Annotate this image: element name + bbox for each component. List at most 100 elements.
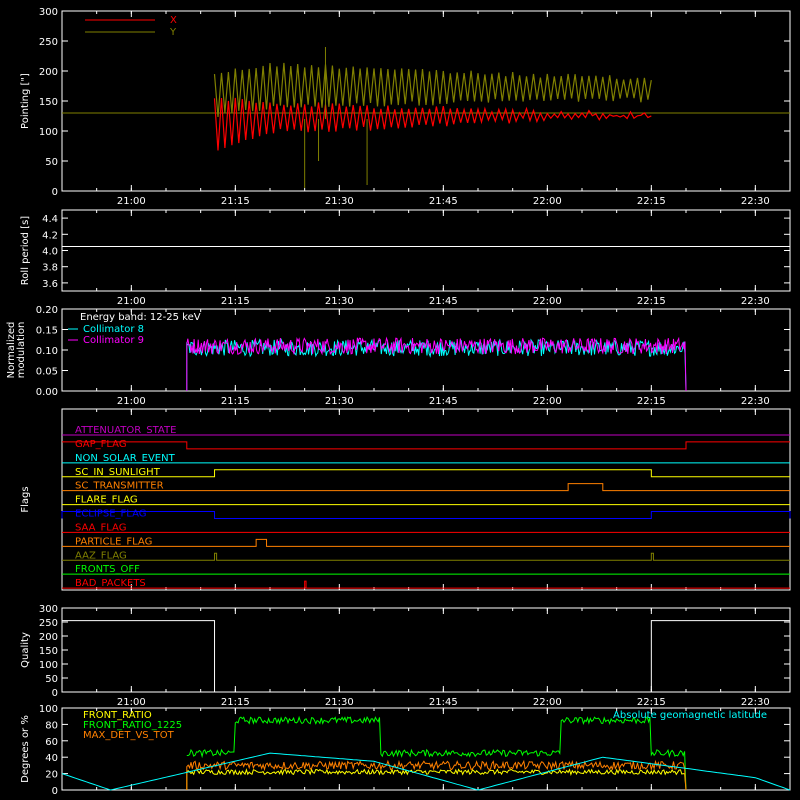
modulation-ylabel-2: modulation (16, 322, 27, 379)
pointing-series-y (213, 62, 652, 118)
modulation-xtick-label: 22:15 (637, 396, 666, 407)
pointing-legend-label: X (170, 15, 177, 26)
quality-xtick-label: 22:30 (741, 697, 770, 708)
degrees-series (186, 715, 687, 791)
modulation-legend-label: Collimator 9 (83, 335, 144, 346)
modulation-ytick-label: 0.10 (36, 346, 58, 357)
roll-ytick-label: 4.2 (42, 230, 58, 241)
roll-xtick-label: 22:00 (533, 296, 562, 307)
degrees-legend-label: MAX_DET_VS_TOT (83, 730, 175, 741)
flags-frame (61, 408, 791, 591)
pointing-series-x (213, 97, 652, 151)
flag-label: AAZ_FLAG (75, 550, 127, 561)
roll-xtick-label: 21:15 (221, 296, 250, 307)
quality-xtick-label: 22:00 (533, 697, 562, 708)
quality-ylabel: Quality (20, 632, 31, 668)
degrees-ytick-label: 60 (45, 737, 58, 748)
pointing-ytick-label: 300 (39, 7, 58, 18)
flag-label: SAA_FLAG (75, 522, 126, 533)
flag-trace (62, 552, 790, 561)
degrees-series (186, 759, 687, 791)
pointing-xtick-label: 22:15 (637, 196, 666, 207)
roll-xtick-label: 21:30 (325, 296, 354, 307)
modulation-xtick-label: 21:30 (325, 396, 354, 407)
pointing-ytick-label: 0 (52, 187, 58, 198)
quality-xtick-label: 21:30 (325, 697, 354, 708)
flag-trace (62, 580, 790, 589)
pointing-ytick-label: 50 (45, 157, 58, 168)
flag-label: PARTICLE_FLAG (75, 536, 152, 547)
pointing-xtick-label: 21:15 (221, 196, 250, 207)
quality-xtick-label: 21:45 (429, 697, 458, 708)
flag-label: BAD_PACKETS (75, 578, 146, 589)
modulation-ytick-label: 0.05 (36, 367, 58, 378)
flag-trace (61, 511, 791, 519)
quality-line (62, 620, 790, 693)
roll-xtick-label: 21:45 (429, 296, 458, 307)
flag-label: ATTENUATOR_STATE (75, 425, 176, 436)
pointing-ytick-label: 250 (39, 37, 58, 48)
modulation-xtick-label: 22:00 (533, 396, 562, 407)
degrees-ylabel: Degrees or % (20, 715, 31, 783)
pointing-xtick-label: 22:00 (533, 196, 562, 207)
pointing-ytick-label: 100 (39, 127, 58, 138)
roll-ytick-label: 3.8 (42, 263, 58, 274)
quality-ytick-label: 100 (39, 660, 58, 671)
quality-ytick-label: 150 (39, 646, 58, 657)
degrees-ytick-label: 100 (39, 704, 58, 715)
flag-trace (62, 441, 790, 450)
roll-xtick-label: 21:00 (117, 296, 146, 307)
modulation-ytick-label: 0.00 (36, 387, 58, 398)
degrees-ytick-label: 20 (45, 770, 58, 781)
degrees-series (186, 767, 687, 791)
quality-ytick-label: 200 (39, 632, 58, 643)
roll-frame (61, 209, 791, 292)
roll-ytick-label: 4.4 (42, 214, 58, 225)
pointing-ylabel: Pointing ["] (20, 73, 31, 129)
quality-xtick-label: 21:15 (221, 697, 250, 708)
roll-ylabel: Roll period [s] (20, 216, 31, 285)
flag-trace (62, 538, 790, 547)
roll-xtick-label: 22:15 (637, 296, 666, 307)
degrees-legend-right: Absolute geomagnetic latitude (613, 710, 767, 721)
quality-ytick-label: 300 (39, 604, 58, 615)
roll-xtick-label: 22:30 (741, 296, 770, 307)
modulation-xtick-label: 21:15 (221, 396, 250, 407)
quality-xtick-label: 21:00 (117, 697, 146, 708)
pointing-xtick-label: 21:00 (117, 196, 146, 207)
pointing-xtick-label: 21:30 (325, 196, 354, 207)
modulation-ytick-label: 0.15 (36, 326, 58, 337)
pointing-ytick-label: 200 (39, 67, 58, 78)
degrees-ytick-label: 80 (45, 720, 58, 731)
degrees-ytick-label: 0 (52, 786, 58, 797)
roll-ytick-label: 3.6 (42, 279, 58, 290)
degrees-ytick-label: 40 (45, 753, 58, 764)
flag-label: FLARE_FLAG (75, 495, 138, 506)
flags-ylabel: Flags (20, 486, 31, 512)
modulation-annotation: Energy band: 12-25 keV (80, 312, 201, 323)
quality-ytick-label: 250 (39, 618, 58, 629)
flag-trace (62, 469, 790, 478)
pointing-ytick-label: 150 (39, 97, 58, 108)
roll-ytick-label: 4.0 (42, 247, 58, 258)
flag-trace (62, 483, 790, 492)
flag-label: FRONTS_OFF (75, 564, 140, 575)
modulation-xtick-label: 21:45 (429, 396, 458, 407)
modulation-ytick-label: 0.20 (36, 305, 58, 316)
modulation-legend-label: Collimator 8 (83, 324, 144, 335)
flag-label: SC_IN_SUNLIGHT (75, 467, 161, 478)
pointing-legend-label: Y (169, 27, 177, 38)
flag-label: SC_TRANSMITTER (75, 481, 164, 492)
pointing-xtick-label: 22:30 (741, 196, 770, 207)
pointing-xtick-label: 21:45 (429, 196, 458, 207)
rhessi-quicklook-plot: 21:00 21:15 21:30 21:45 22:00 22:15 22:30 0 50 10… (0, 0, 800, 800)
modulation-xtick-label: 21:00 (117, 396, 146, 407)
quality-ytick-label: 50 (45, 674, 58, 685)
flag-label: NON_SOLAR_EVENT (75, 453, 176, 464)
quality-xtick-label: 22:15 (637, 697, 666, 708)
modulation-xtick-label: 22:30 (741, 396, 770, 407)
quality-ytick-label: 0 (52, 688, 58, 699)
stacked-time-series-chart: 21:00 21:15 21:30 21:45 22:00 22:15 22:30 0 50 10… (6, 7, 791, 797)
flag-label: GAP_FLAG (75, 439, 127, 450)
flag-label: ECLIPSE_FLAG (75, 509, 146, 520)
